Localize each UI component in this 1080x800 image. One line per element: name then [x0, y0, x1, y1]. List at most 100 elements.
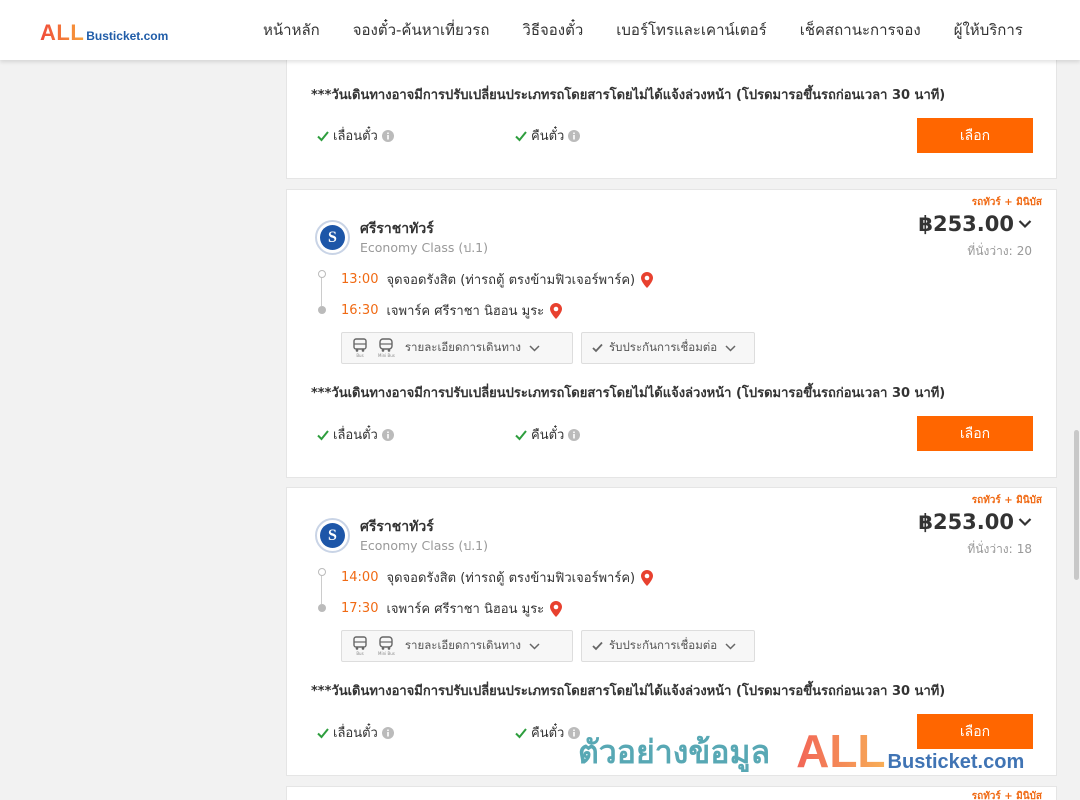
- seats-label: ที่นั่งว่าง:: [967, 542, 1013, 556]
- feature-refund-ticket: คืนตั๋ว: [515, 424, 581, 445]
- route-details-dropdown[interactable]: Bus Mini Bus รายละเอียดการเดินทาง: [341, 630, 573, 662]
- feature-change-label: เลื่อนตั๋ว: [333, 726, 378, 741]
- select-trip-button[interactable]: เลือก: [917, 118, 1033, 153]
- arrival-stop: 17:30 เจพาร์ค ศรีราชา นิฮอน มูระ: [341, 598, 563, 619]
- map-pin-icon[interactable]: [550, 302, 563, 319]
- vehicle-type-tag: รถทัวร์ + มินิบัส: [971, 791, 1042, 800]
- feature-refund-label: คืนตั๋ว: [531, 129, 565, 144]
- check-icon: [317, 130, 329, 141]
- operator-logo: S: [315, 518, 350, 553]
- seats-label: ที่นั่งว่าง:: [967, 244, 1013, 258]
- feature-refund-ticket: คืนตั๋ว: [515, 125, 581, 146]
- select-trip-button[interactable]: เลือก: [917, 416, 1033, 451]
- minibus-caption: Mini Bus: [378, 651, 395, 656]
- chevron-down-icon: [725, 642, 736, 650]
- nav-check-booking[interactable]: เช็คสถานะการจอง: [800, 18, 921, 42]
- trip-price: ฿253.00: [918, 212, 1014, 236]
- info-icon[interactable]: [381, 726, 394, 739]
- check-icon: [592, 343, 603, 353]
- map-pin-icon[interactable]: [641, 569, 654, 586]
- map-pin-icon[interactable]: [550, 600, 563, 617]
- info-icon[interactable]: [568, 129, 581, 142]
- feature-change-ticket: เลื่อนตั๋ว: [317, 125, 394, 146]
- page-scrollbar-track[interactable]: [1073, 0, 1080, 800]
- info-icon[interactable]: [381, 129, 394, 142]
- trip-card: รถทัวร์ + มินิบัส S ศรีราชาทัวร์ Economy…: [286, 189, 1057, 478]
- bus-icon: Bus: [352, 338, 368, 358]
- price-toggle[interactable]: ฿253.00: [918, 212, 1032, 236]
- operator-logo: S: [315, 220, 350, 255]
- arrival-stop: 16:30 เจพาร์ค ศรีราชา นิฮอน มูระ: [341, 300, 563, 321]
- feature-refund-ticket: คืนตั๋ว: [515, 722, 581, 743]
- feature-change-ticket: เลื่อนตั๋ว: [317, 424, 394, 445]
- nav-home[interactable]: หน้าหลัก: [263, 18, 320, 42]
- trip-price: ฿253.00: [918, 510, 1014, 534]
- feature-change-ticket: เลื่อนตั๋ว: [317, 722, 394, 743]
- feature-change-label: เลื่อนตั๋ว: [333, 129, 378, 144]
- route-timeline: [318, 270, 326, 315]
- departure-time: 14:00: [341, 570, 379, 585]
- seats-count: 20: [1016, 244, 1032, 258]
- chevron-down-icon: [529, 344, 540, 352]
- main-nav: หน้าหลัก จองตั๋ว-ค้นหาเที่ยวรถ วิธีจองตั…: [263, 0, 1023, 60]
- chevron-down-icon: [1018, 220, 1032, 229]
- route-details-label: รายละเอียดการเดินทาง: [404, 340, 521, 354]
- logo-domain-text: Busticket.com: [86, 29, 169, 43]
- sample-data-watermark: ตัวอย่างข้อมูล ALL Busticket.com: [578, 728, 1024, 774]
- arrival-time: 17:30: [341, 601, 379, 616]
- departure-stop: 13:00 จุดจอดรังสิต (ท่ารถตู้ ตรงข้ามฟิวเ…: [341, 269, 654, 290]
- chevron-down-icon: [529, 642, 540, 650]
- departure-stop: 14:00 จุดจอดรังสิต (ท่ารถตู้ ตรงข้ามฟิวเ…: [341, 567, 654, 588]
- price-toggle[interactable]: ฿253.00: [918, 510, 1032, 534]
- site-logo[interactable]: ALL Busticket.com: [40, 20, 168, 44]
- vehicle-type-tag: รถทัวร์ + มินิบัส: [971, 495, 1042, 506]
- change-notice: ***วันเดินทางอาจมีการปรับเปลี่ยนประเภทรถ…: [311, 684, 946, 699]
- insurance-label: รับประกันการเชื่อมต่อ: [609, 340, 718, 354]
- feature-refund-label: คืนตั๋ว: [531, 428, 565, 443]
- operator-name: ศรีราชาทัวร์: [360, 221, 434, 237]
- nav-book-search[interactable]: จองตั๋ว-ค้นหาเที่ยวรถ: [353, 18, 490, 42]
- check-icon: [317, 727, 329, 738]
- check-icon: [515, 429, 527, 440]
- route-details-label: รายละเอียดการเดินทาง: [404, 638, 521, 652]
- map-pin-icon[interactable]: [641, 271, 654, 288]
- minibus-caption: Mini Bus: [378, 353, 395, 358]
- connection-insurance-dropdown[interactable]: รับประกันการเชื่อมต่อ: [581, 332, 755, 364]
- logo-all-text: ALL: [40, 20, 85, 45]
- feature-refund-label: คืนตั๋ว: [531, 726, 565, 741]
- bus-caption: Bus: [356, 353, 364, 358]
- connection-insurance-dropdown[interactable]: รับประกันการเชื่อมต่อ: [581, 630, 755, 662]
- arrival-place: เจพาร์ค ศรีราชา นิฮอน มูระ: [386, 304, 545, 319]
- check-icon: [317, 429, 329, 440]
- seats-count: 18: [1016, 542, 1032, 556]
- nav-operators[interactable]: ผู้ให้บริการ: [954, 18, 1023, 42]
- departure-place: จุดจอดรังสิต (ท่ารถตู้ ตรงข้ามฟิวเจอร์พา…: [386, 273, 636, 288]
- arrival-time: 16:30: [341, 303, 379, 318]
- change-notice: ***วันเดินทางอาจมีการปรับเปลี่ยนประเภทรถ…: [311, 386, 946, 401]
- nav-how-to-book[interactable]: วิธีจองตั๋ว: [522, 18, 583, 42]
- seats-available: ที่นั่งว่าง: 18: [967, 540, 1032, 559]
- chevron-down-icon: [1018, 518, 1032, 527]
- page-scrollbar-thumb[interactable]: [1074, 430, 1079, 580]
- watermark-logo-all: ALL: [796, 725, 886, 777]
- watermark-logo-domain: Busticket.com: [887, 751, 1025, 773]
- minibus-icon: Mini Bus: [378, 636, 395, 656]
- bus-icon: Bus: [352, 636, 368, 656]
- route-timeline: [318, 568, 326, 613]
- chevron-down-icon: [725, 344, 736, 352]
- vehicle-type-tag: รถทัวร์ + มินิบัส: [971, 197, 1042, 208]
- check-icon: [592, 641, 603, 651]
- bus-caption: Bus: [356, 651, 364, 656]
- trip-card-previous: ***วันเดินทางอาจมีการปรับเปลี่ยนประเภทรถ…: [286, 40, 1057, 179]
- minibus-icon: Mini Bus: [378, 338, 395, 358]
- info-icon[interactable]: [381, 428, 394, 441]
- watermark-text: ตัวอย่างข้อมูล: [578, 733, 771, 771]
- feature-change-label: เลื่อนตั๋ว: [333, 428, 378, 443]
- nav-contacts[interactable]: เบอร์โทรและเคาน์เตอร์: [616, 18, 766, 42]
- operator-name: ศรีราชาทัวร์: [360, 519, 434, 535]
- site-header: ALL Busticket.com หน้าหลัก จองตั๋ว-ค้นหา…: [0, 0, 1080, 60]
- route-details-dropdown[interactable]: Bus Mini Bus รายละเอียดการเดินทาง: [341, 332, 573, 364]
- change-notice: ***วันเดินทางอาจมีการปรับเปลี่ยนประเภทรถ…: [311, 88, 946, 103]
- info-icon[interactable]: [568, 428, 581, 441]
- bus-class: Economy Class (ป.1): [360, 538, 489, 553]
